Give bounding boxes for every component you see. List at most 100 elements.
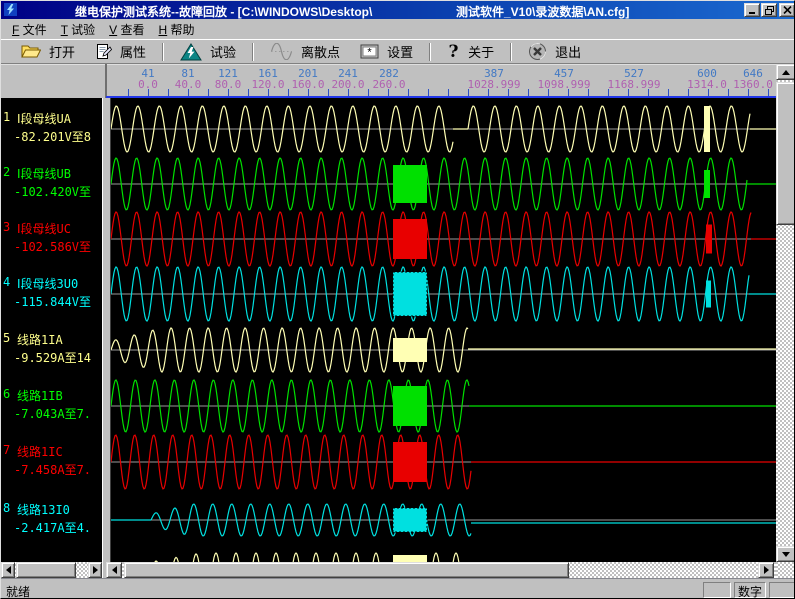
channel-4-range: -115.844V至	[14, 293, 91, 310]
ruler-time-label: 40.0	[175, 78, 202, 91]
time-ruler: 410.08140.012180.0161120.0201160.0241200…	[1, 64, 795, 96]
channel-8-name[interactable]: 8线路13I0	[1, 501, 102, 515]
menu-item-文件[interactable]: F 文件	[5, 19, 54, 40]
channel-6-range: -7.043A至7.	[14, 405, 91, 422]
scroll-down-button[interactable]	[776, 546, 795, 562]
up-arrow-icon	[782, 70, 790, 75]
open-button[interactable]: 打开	[11, 41, 85, 63]
ruler-time-label: 1098.999	[538, 78, 591, 91]
right-arrow-icon	[93, 566, 98, 574]
scroll-right-button[interactable]	[88, 562, 102, 578]
channel-8-range: -2.417A至4.	[14, 519, 91, 536]
test-button[interactable]: 试验	[170, 41, 246, 63]
discrete-points-button[interactable]: 离散点	[260, 41, 350, 63]
channel-4-name[interactable]: 4Ⅰ段母线3U0	[1, 275, 102, 289]
test-triangle-icon	[180, 43, 202, 61]
menu-item-帮助[interactable]: H 帮助	[152, 19, 202, 40]
toolbar: 打开 属性 试验 离散点 *设置? 关于 退出	[1, 39, 795, 64]
restore-button[interactable]	[761, 3, 777, 17]
scroll-right-button[interactable]	[758, 562, 774, 578]
selection-marker-ch5[interactable]	[393, 338, 427, 362]
waveform-canvas	[111, 98, 776, 562]
open-folder-icon	[21, 44, 41, 59]
about-button[interactable]: ? 关于	[437, 41, 504, 63]
exit-label: 退出	[555, 42, 581, 61]
channel-panel-scrollbar[interactable]	[1, 562, 102, 578]
title-bar: 继电保护测试系统--故障回放 - [C:\WINDOWS\Desktop\ 测试…	[1, 1, 795, 19]
svg-text:*: *	[367, 47, 372, 59]
ruler-time-label: 160.0	[291, 78, 324, 91]
panel-splitter[interactable]	[102, 98, 111, 578]
status-text: 就绪	[6, 583, 30, 599]
selection-marker-ch2[interactable]	[393, 165, 427, 203]
scroll-left-button[interactable]	[106, 562, 122, 578]
vertical-scrollbar[interactable]	[776, 64, 795, 562]
channel-5-name[interactable]: 5线路1IA	[1, 331, 102, 345]
open-label: 打开	[49, 42, 75, 61]
close-button[interactable]	[779, 3, 795, 17]
ruler-left-edge	[105, 64, 107, 98]
selection-marker-ch9[interactable]	[393, 555, 427, 562]
app-window: 继电保护测试系统--故障回放 - [C:\WINDOWS\Desktop\ 测试…	[0, 0, 795, 599]
cursor-bar-ch1[interactable]	[704, 106, 710, 152]
exit-button[interactable]: 退出	[518, 41, 591, 63]
channel-1-name[interactable]: 1Ⅰ段母线UA	[1, 110, 102, 124]
selection-marker-ch8[interactable]	[393, 508, 427, 532]
scroll-left-button[interactable]	[1, 562, 15, 578]
left-arrow-icon	[112, 566, 117, 574]
channel-2-range: -102.420V至	[14, 183, 91, 200]
cursor-bar-ch2[interactable]	[704, 170, 710, 198]
minimize-button[interactable]	[744, 3, 760, 17]
toolbar-separator	[162, 43, 164, 61]
menu-item-查看[interactable]: V 查看	[102, 19, 151, 40]
toolbar-separator	[510, 43, 512, 61]
selection-marker-ch3[interactable]	[393, 219, 427, 259]
properties-button[interactable]: 属性	[85, 41, 156, 63]
status-panel-num: 数字	[734, 582, 766, 598]
left-arrow-icon	[6, 566, 11, 574]
menu-bar: F 文件T 试验V 查看H 帮助	[1, 19, 795, 39]
channel-7-name[interactable]: 7线路1IC	[1, 443, 102, 457]
exit-circle-icon	[528, 42, 547, 61]
channel-6-name[interactable]: 6线路1IB	[1, 387, 102, 401]
channel-5-range: -9.529A至14	[14, 349, 91, 366]
app-lightning-icon[interactable]	[4, 3, 17, 16]
document-pen-icon	[95, 43, 112, 60]
properties-label: 属性	[120, 42, 146, 61]
scrollbar-corner	[776, 562, 795, 578]
selection-marker-ch4[interactable]	[393, 272, 427, 316]
settings-window-icon: *	[360, 44, 379, 59]
right-arrow-icon	[764, 566, 769, 574]
ruler-time-label: 80.0	[215, 78, 242, 91]
waveform-scroll-thumb[interactable]	[124, 562, 569, 578]
settings-button[interactable]: *设置	[350, 41, 423, 63]
channel-3-range: -102.586V至	[14, 238, 91, 255]
scroll-up-button[interactable]	[776, 64, 795, 80]
about-label: 关于	[468, 42, 494, 61]
ruler-time-label: 1028.999	[468, 78, 521, 91]
channel-7-range: -7.458A至7.	[14, 461, 91, 478]
window-title-left: 继电保护测试系统--故障回放 - [C:\WINDOWS\Desktop\	[75, 3, 372, 20]
channel-1-range: -82.201V至8	[14, 128, 91, 145]
ruler-time-label: 1168.999	[608, 78, 661, 91]
selection-marker-ch7[interactable]	[393, 442, 427, 482]
ruler-time-label: 200.0	[331, 78, 364, 91]
selection-marker-ch6[interactable]	[393, 386, 427, 426]
question-mark-icon: ?	[447, 42, 460, 61]
channel-scroll-thumb[interactable]	[16, 562, 76, 578]
status-panel-1	[703, 582, 731, 598]
vertical-scroll-thumb[interactable]	[776, 82, 795, 225]
menu-item-试验[interactable]: T 试验	[54, 19, 102, 40]
status-panel-2	[769, 582, 795, 598]
discrete-points-label: 离散点	[301, 42, 340, 61]
ruler-time-label: 260.0	[372, 78, 405, 91]
cursor-bar-ch3[interactable]	[706, 225, 712, 254]
status-bar: 就绪 数字	[1, 578, 795, 599]
waveform-scrollbar[interactable]	[106, 562, 776, 578]
waveform-area	[111, 98, 776, 562]
ruler-time-label: 120.0	[251, 78, 284, 91]
window-title-right: 测试软件_V10\录波数据\AN.cfg]	[456, 3, 629, 20]
cursor-bar-ch4[interactable]	[706, 281, 711, 308]
channel-2-name[interactable]: 2Ⅰ段母线UB	[1, 165, 102, 179]
channel-3-name[interactable]: 3Ⅰ段母线UC	[1, 220, 102, 234]
